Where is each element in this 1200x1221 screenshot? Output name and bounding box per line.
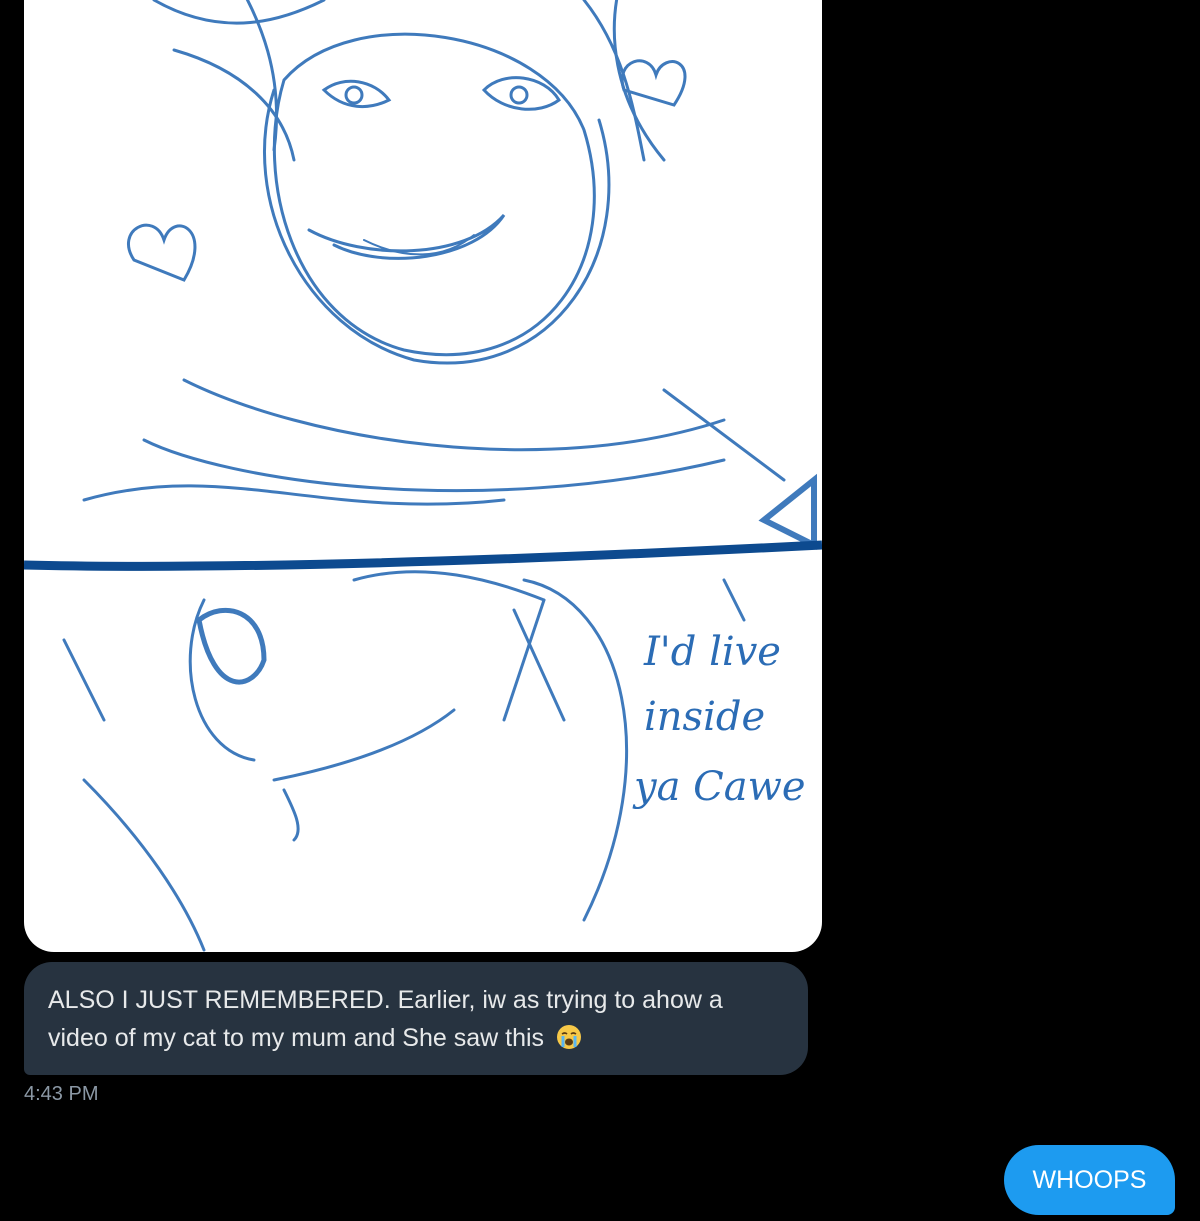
sketch-text-line-2: inside <box>644 694 765 740</box>
sketch-drawing: I'd live inside ya Cawe <box>24 0 822 952</box>
sent-message-text: WHOOPS <box>1032 1166 1147 1194</box>
received-message-bubble[interactable]: ALSO I JUST REMEMBERED. Earlier, iw as t… <box>24 962 808 1075</box>
sketch-text-line-1: I'd live <box>643 629 781 675</box>
message-timestamp: 4:43 PM <box>24 1083 99 1105</box>
shared-image[interactable]: I'd live inside ya Cawe <box>24 0 822 952</box>
received-message-text: ALSO I JUST REMEMBERED. Earlier, iw as t… <box>48 986 723 1052</box>
sketch-text-line-3: ya Cawe <box>632 764 806 810</box>
crying-face-icon <box>555 1023 583 1051</box>
sent-message-bubble[interactable]: WHOOPS <box>1004 1145 1175 1215</box>
